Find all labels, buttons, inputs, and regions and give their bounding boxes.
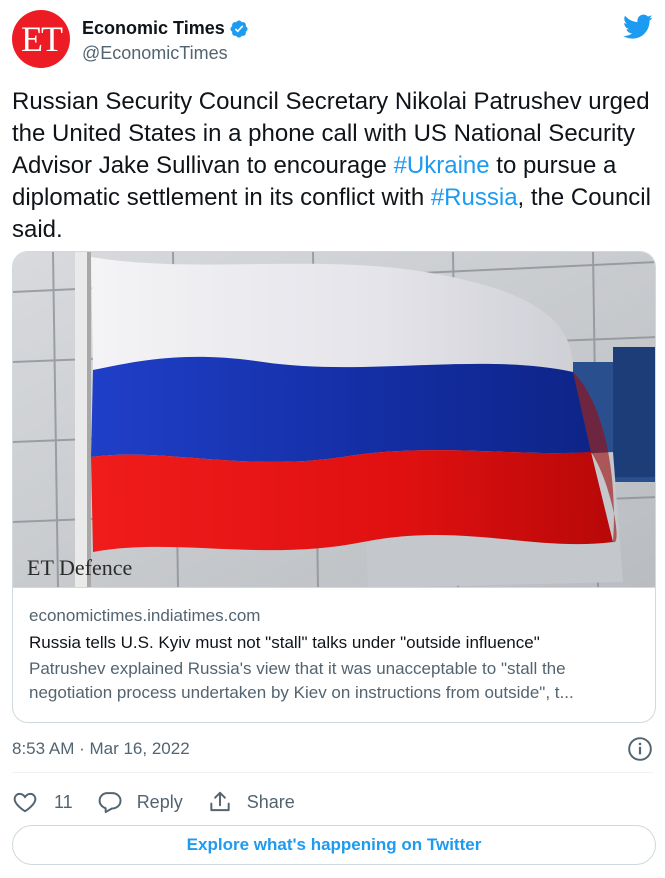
share-icon — [210, 791, 230, 812]
action-bar: 11 Reply Share — [12, 788, 319, 816]
avatar-logo-text: ET — [21, 19, 63, 59]
info-icon[interactable] — [627, 736, 653, 762]
heart-icon — [13, 792, 37, 813]
card-body: economictimes.indiatimes.com Russia tell… — [29, 604, 641, 705]
card-image[interactable]: ET Defence — [13, 252, 655, 588]
share-label: Share — [246, 791, 295, 812]
link-preview-card[interactable]: ET Defence economictimes.indiatimes.com … — [12, 251, 656, 723]
tweet-text: Russian Security Council Secretary Nikol… — [12, 86, 657, 246]
card-domain: economictimes.indiatimes.com — [29, 606, 261, 625]
like-button[interactable]: 11 — [12, 789, 73, 815]
share-button[interactable]: Share — [207, 789, 295, 815]
avatar[interactable]: ET — [12, 10, 70, 68]
author-display-name[interactable]: Economic Times — [82, 18, 225, 39]
card-image-watermark: ET Defence — [27, 555, 132, 580]
russian-flag-image: ET Defence — [13, 252, 655, 587]
verified-badge-icon — [230, 19, 248, 38]
hashtag-ukraine-link[interactable]: #Ukraine — [394, 152, 490, 179]
hashtag-russia-link[interactable]: #Russia — [431, 184, 518, 211]
like-count: 11 — [54, 791, 73, 812]
explore-twitter-button[interactable]: Explore what's happening on Twitter — [12, 825, 656, 865]
tweet-timestamp[interactable]: 8:53 AM · Mar 16, 2022 — [12, 739, 190, 759]
tweet-header: ET Economic Times @EconomicTimes — [12, 10, 653, 72]
card-description: Patrushev explained Russia's view that i… — [29, 659, 574, 702]
reply-label: Reply — [136, 791, 183, 812]
reply-button[interactable]: Reply — [97, 789, 183, 815]
card-title[interactable]: Russia tells U.S. Kyiv must not "stall" … — [29, 631, 641, 655]
author-name-row: Economic Times — [82, 18, 249, 39]
timestamp-row: 8:53 AM · Mar 16, 2022 — [12, 736, 653, 764]
author-handle[interactable]: @EconomicTimes — [82, 43, 228, 64]
twitter-bird-icon[interactable] — [623, 14, 653, 40]
reply-bubble-icon — [98, 792, 122, 814]
divider — [12, 772, 653, 773]
